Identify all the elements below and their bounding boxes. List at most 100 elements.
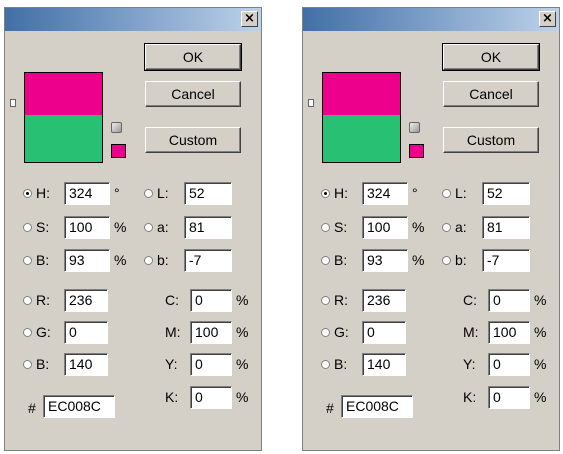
hsb-input-2[interactable]: 93	[64, 249, 110, 272]
cancel-button[interactable]: Cancel	[443, 81, 539, 107]
hsb-label-1: S:	[334, 219, 348, 235]
rgb-label-0: R:	[36, 292, 50, 308]
hsb-input-2[interactable]: 93	[362, 249, 408, 272]
cmyk-label-3: K:	[463, 389, 477, 405]
hsb-radio-0[interactable]	[23, 189, 32, 198]
lab-radio-0[interactable]	[144, 189, 153, 198]
color-picker-dialog-right: × OK Cancel Custom H: 324 ° S: 100% B: 93% L: 52 a: 81…	[302, 7, 560, 451]
rgb-radio-1[interactable]	[23, 328, 32, 337]
hsb-unit-0: °	[412, 185, 418, 201]
rgb-radio-0[interactable]	[23, 296, 32, 305]
lab-radio-2[interactable]	[144, 256, 153, 265]
hsb-radio-2[interactable]	[321, 256, 330, 265]
rgb-label-2: B:	[36, 356, 50, 372]
cmyk-input-2[interactable]: 0	[488, 353, 530, 376]
original-color-preview[interactable]	[323, 115, 400, 162]
close-button[interactable]: ×	[539, 11, 556, 27]
hsb-unit-2: %	[114, 252, 127, 268]
cancel-button[interactable]: Cancel	[145, 81, 241, 107]
rgb-input-1[interactable]: 0	[362, 321, 406, 344]
hsb-label-2: B:	[36, 252, 50, 268]
lab-input-1[interactable]: 81	[482, 216, 530, 239]
lab-label-0: L:	[455, 185, 467, 201]
lab-label-0: L:	[157, 185, 169, 201]
web-safe-cube-icon[interactable]	[409, 122, 420, 133]
cmyk-unit-1: %	[534, 324, 547, 340]
new-color-preview	[323, 73, 400, 115]
title-bar	[303, 8, 559, 31]
hsb-radio-1[interactable]	[321, 223, 330, 232]
rgb-input-0[interactable]: 236	[362, 289, 406, 312]
cmyk-unit-1: %	[236, 324, 249, 340]
hsb-unit-0: °	[114, 185, 120, 201]
hsb-unit-1: %	[114, 219, 127, 235]
cmyk-unit-3: %	[236, 389, 249, 405]
custom-button[interactable]: Custom	[145, 127, 241, 153]
hsb-label-0: H:	[36, 185, 50, 201]
lab-input-0[interactable]: 52	[482, 182, 530, 205]
lab-label-1: a:	[455, 219, 467, 235]
swatch-marker-icon	[10, 99, 16, 107]
hsb-input-1[interactable]: 100	[64, 216, 110, 239]
hsb-radio-0[interactable]	[321, 189, 330, 198]
lab-input-1[interactable]: 81	[184, 216, 232, 239]
gamut-color-chip[interactable]	[111, 144, 126, 158]
ok-button[interactable]: OK	[442, 43, 540, 71]
rgb-input-0[interactable]: 236	[64, 289, 108, 312]
custom-button[interactable]: Custom	[443, 127, 539, 153]
gamut-color-chip[interactable]	[409, 144, 424, 158]
color-swatch	[322, 72, 401, 163]
hex-input[interactable]: EC008C	[341, 395, 413, 418]
cmyk-unit-0: %	[534, 292, 547, 308]
rgb-label-0: R:	[334, 292, 348, 308]
hsb-input-1[interactable]: 100	[362, 216, 408, 239]
hsb-label-1: S:	[36, 219, 50, 235]
rgb-radio-1[interactable]	[321, 328, 330, 337]
hex-input[interactable]: EC008C	[43, 395, 115, 418]
hsb-unit-1: %	[412, 219, 425, 235]
rgb-input-1[interactable]: 0	[64, 321, 108, 344]
cmyk-input-0[interactable]: 0	[190, 289, 232, 312]
ok-button[interactable]: OK	[144, 43, 242, 71]
cmyk-unit-2: %	[534, 356, 547, 372]
rgb-radio-2[interactable]	[321, 360, 330, 369]
hsb-input-0[interactable]: 324	[362, 182, 408, 205]
cmyk-unit-3: %	[534, 389, 547, 405]
lab-radio-2[interactable]	[442, 256, 451, 265]
lab-label-2: b:	[455, 252, 467, 268]
cmyk-unit-2: %	[236, 356, 249, 372]
cmyk-input-3[interactable]: 0	[190, 386, 232, 409]
cmyk-input-0[interactable]: 0	[488, 289, 530, 312]
cmyk-label-2: Y:	[165, 356, 178, 372]
web-safe-cube-icon[interactable]	[111, 122, 122, 133]
lab-input-0[interactable]: 52	[184, 182, 232, 205]
lab-radio-1[interactable]	[144, 223, 153, 232]
hsb-label-2: B:	[334, 252, 348, 268]
lab-radio-1[interactable]	[442, 223, 451, 232]
hsb-unit-2: %	[412, 252, 425, 268]
lab-label-1: a:	[157, 219, 169, 235]
rgb-radio-2[interactable]	[23, 360, 32, 369]
lab-input-2[interactable]: -7	[482, 249, 530, 272]
lab-radio-0[interactable]	[442, 189, 451, 198]
rgb-radio-0[interactable]	[321, 296, 330, 305]
cmyk-label-3: K:	[165, 389, 179, 405]
cmyk-input-1[interactable]: 100	[488, 321, 530, 344]
hex-label: #	[28, 400, 36, 416]
hsb-label-0: H:	[334, 185, 348, 201]
cmyk-input-2[interactable]: 0	[190, 353, 232, 376]
cmyk-label-1: M:	[165, 324, 181, 340]
color-swatch	[24, 72, 103, 163]
hsb-radio-2[interactable]	[23, 256, 32, 265]
cmyk-input-1[interactable]: 100	[190, 321, 232, 344]
hsb-radio-1[interactable]	[23, 223, 32, 232]
original-color-preview[interactable]	[25, 115, 102, 162]
lab-input-2[interactable]: -7	[184, 249, 232, 272]
close-button[interactable]: ×	[241, 11, 258, 27]
cmyk-input-3[interactable]: 0	[488, 386, 530, 409]
rgb-input-2[interactable]: 140	[64, 353, 108, 376]
hsb-input-0[interactable]: 324	[64, 182, 110, 205]
rgb-input-2[interactable]: 140	[362, 353, 406, 376]
color-picker-dialog-left: × OK Cancel Custom H: 324 ° S: 100% B: 93% L: 52 a: 81…	[4, 7, 262, 451]
hex-label: #	[326, 400, 334, 416]
